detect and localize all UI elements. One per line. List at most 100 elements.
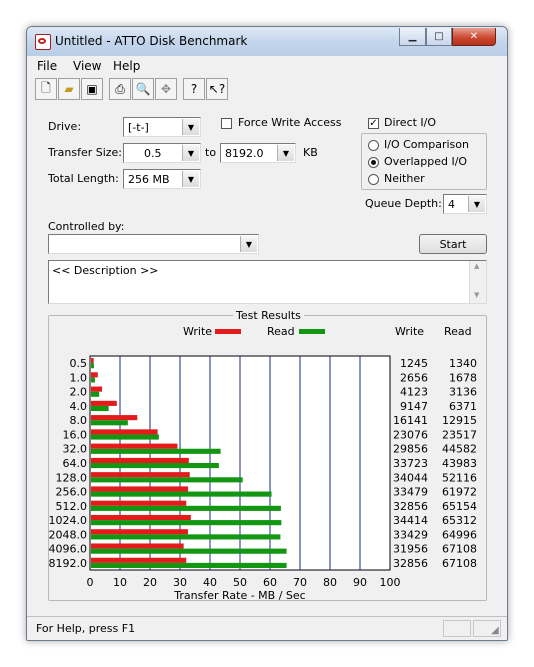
chevron-down-icon: ▼	[187, 122, 195, 132]
read-value: 67108	[442, 543, 477, 556]
transfer-to-dropdown[interactable]: ▼	[277, 145, 294, 161]
category-label: 2.0	[70, 386, 88, 399]
minimize-icon: ▁	[408, 31, 417, 42]
total-length-dropdown[interactable]: ▼	[182, 171, 199, 187]
radio-overlapped-io[interactable]	[368, 157, 379, 168]
radio-neither[interactable]	[368, 174, 379, 185]
read-bar	[91, 548, 287, 554]
menu-file[interactable]: File	[37, 59, 57, 73]
write-bar	[91, 415, 138, 421]
direct-io-checkbox[interactable]: ✓	[368, 118, 379, 129]
write-value: 16141	[393, 414, 428, 427]
x-tick-label: 30	[173, 576, 187, 589]
read-value: 6371	[449, 400, 477, 413]
x-tick-label: 90	[353, 576, 367, 589]
read-bar	[91, 477, 243, 483]
write-value: 2656	[400, 371, 428, 384]
write-bar	[91, 429, 158, 435]
print-button[interactable]: ⎙	[109, 78, 131, 100]
transfer-from-select[interactable]: 0.5 ▼	[123, 143, 201, 163]
transfer-from-dropdown[interactable]: ▼	[182, 145, 199, 161]
force-write-checkbox[interactable]	[221, 118, 232, 129]
category-label: 64.0	[63, 457, 88, 470]
menu-help[interactable]: Help	[113, 59, 140, 73]
category-label: 128.0	[56, 471, 88, 484]
new-file-icon: 🗋	[41, 80, 51, 95]
write-value: 33429	[393, 528, 428, 541]
read-value: 1340	[449, 357, 477, 370]
x-axis-label: Transfer Rate - MB / Sec	[173, 589, 305, 601]
status-bar: For Help, press F1 ◢	[27, 616, 507, 640]
read-bar	[91, 534, 281, 540]
transfer-rate-chart: 0 10 20 30 40 50 60 70 80 90 100 Transfer Rate - MB…	[49, 355, 477, 601]
description-box[interactable]: << Description >> ▲ ▼	[48, 260, 487, 304]
maximize-button[interactable]: □	[426, 28, 452, 46]
legend-read-label: Read	[267, 325, 295, 338]
read-column-header: Read	[444, 325, 472, 338]
chevron-down-icon: ▼	[245, 239, 253, 249]
minimize-button[interactable]: ▁	[399, 28, 426, 46]
write-value: 32856	[393, 557, 428, 570]
drive-select[interactable]: [-t-] ▼	[123, 117, 201, 137]
read-value: 3136	[449, 386, 477, 399]
menu-view[interactable]: View	[73, 59, 101, 73]
save-icon: ▣	[86, 82, 98, 96]
category-label: 32.0	[63, 443, 88, 456]
write-value: 9147	[400, 400, 428, 413]
new-file-button[interactable]: 🗋	[35, 78, 57, 100]
title-bar[interactable]: Untitled - ATTO Disk Benchmark ▁ □ ✕	[27, 27, 507, 56]
controlled-by-select[interactable]: ▼	[48, 234, 259, 254]
read-bar	[91, 434, 159, 440]
category-label: 4.0	[70, 400, 88, 413]
x-tick-label: 60	[263, 576, 277, 589]
write-bar	[91, 358, 94, 364]
print-icon: ⎙	[115, 81, 125, 96]
direct-io-label: Direct I/O	[384, 116, 437, 129]
read-value: 23517	[442, 428, 477, 441]
help-button[interactable]: ?	[183, 78, 205, 100]
close-button[interactable]: ✕	[452, 28, 496, 46]
read-value: 12915	[442, 414, 477, 427]
drive-value: [-t-]	[128, 120, 149, 134]
maximize-icon: □	[434, 31, 444, 42]
write-bar	[91, 443, 178, 449]
print-preview-button[interactable]: 🔍	[132, 78, 154, 100]
queue-depth-select[interactable]: 4 ▼	[443, 194, 487, 214]
chevron-down-icon: ▼	[187, 148, 195, 158]
transfer-size-label: Transfer Size:	[48, 146, 123, 159]
print-preview-icon: 🔍	[135, 82, 151, 96]
close-icon: ✕	[469, 31, 479, 42]
neither-label: Neither	[384, 172, 425, 185]
check-icon: ✓	[369, 117, 378, 129]
write-value: 29856	[393, 443, 428, 456]
transfer-to-select[interactable]: 8192.0 ▼	[220, 143, 296, 163]
transfer-from-value: 0.5	[144, 146, 162, 160]
radio-io-comparison[interactable]	[368, 140, 379, 151]
open-button[interactable]: ▰	[58, 78, 80, 100]
queue-depth-dropdown[interactable]: ▼	[468, 196, 485, 212]
save-button[interactable]: ▣	[81, 78, 103, 100]
move-button[interactable]: ✥	[155, 78, 177, 100]
chevron-down-icon: ▼	[473, 199, 481, 209]
start-button[interactable]: Start	[419, 234, 487, 254]
move-icon: ✥	[160, 82, 172, 96]
category-label: 1.0	[70, 371, 88, 384]
write-value: 34044	[393, 471, 428, 484]
context-help-button[interactable]: ↖?	[206, 78, 228, 100]
x-tick-label: 0	[87, 576, 94, 589]
overlapped-io-label: Overlapped I/O	[384, 155, 468, 168]
read-value: 1678	[449, 371, 477, 384]
category-label: 256.0	[56, 486, 88, 499]
controlled-by-dropdown[interactable]: ▼	[240, 236, 257, 252]
legend-write-label: Write	[183, 325, 213, 338]
write-column-header: Write	[395, 325, 425, 338]
write-value: 34414	[393, 514, 428, 527]
description-scrollbar[interactable]: ▲ ▼	[469, 261, 486, 303]
write-bar	[91, 457, 189, 463]
resize-grip-icon[interactable]: ◢	[491, 625, 499, 636]
drive-dropdown[interactable]: ▼	[182, 119, 199, 135]
write-bar	[91, 386, 103, 392]
total-length-select[interactable]: 256 MB ▼	[123, 169, 201, 189]
kb-label: KB	[303, 146, 318, 159]
read-bar	[91, 448, 221, 454]
